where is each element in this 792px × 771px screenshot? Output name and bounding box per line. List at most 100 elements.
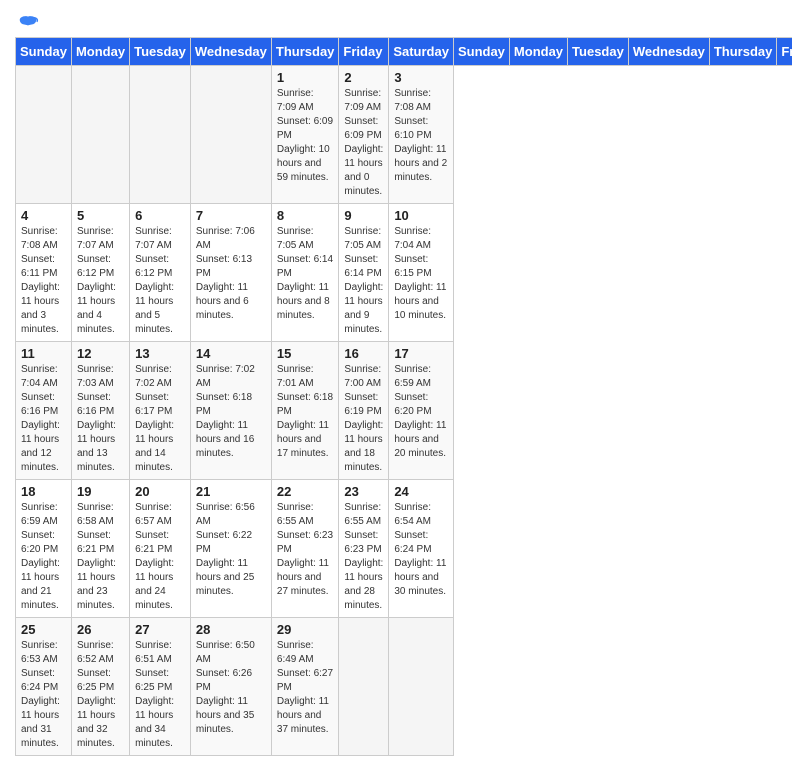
calendar-cell: 2 Sunrise: 7:09 AM Sunset: 6:09 PM Daylig… [339, 66, 389, 204]
calendar-cell: 28 Sunrise: 6:50 AM Sunset: 6:26 PM Dayli… [190, 618, 271, 756]
day-number: 18 [21, 484, 66, 499]
day-header-wednesday: Wednesday [628, 38, 709, 66]
day-info: Sunrise: 7:09 AM Sunset: 6:09 PM Dayligh… [344, 87, 383, 199]
day-header-thursday: Thursday [709, 38, 777, 66]
day-info: Sunrise: 6:53 AM Sunset: 6:24 PM Dayligh… [21, 639, 66, 751]
day-info: Sunrise: 6:56 AM Sunset: 6:22 PM Dayligh… [196, 501, 266, 599]
calendar-cell: 6 Sunrise: 7:07 AM Sunset: 6:12 PM Daylig… [130, 204, 191, 342]
calendar-week-row: 4 Sunrise: 7:08 AM Sunset: 6:11 PM Daylig… [16, 204, 792, 342]
day-number: 9 [344, 208, 383, 223]
day-info: Sunrise: 7:04 AM Sunset: 6:16 PM Dayligh… [21, 363, 66, 475]
day-info: Sunrise: 7:03 AM Sunset: 6:16 PM Dayligh… [77, 363, 124, 475]
calendar-week-row: 11 Sunrise: 7:04 AM Sunset: 6:16 PM Dayli… [16, 342, 792, 480]
day-info: Sunrise: 7:05 AM Sunset: 6:14 PM Dayligh… [344, 225, 383, 337]
calendar-cell: 7 Sunrise: 7:06 AM Sunset: 6:13 PM Daylig… [190, 204, 271, 342]
calendar-cell: 26 Sunrise: 6:52 AM Sunset: 6:25 PM Dayli… [71, 618, 129, 756]
day-info: Sunrise: 7:00 AM Sunset: 6:19 PM Dayligh… [344, 363, 383, 475]
day-header-friday: Friday [339, 38, 389, 66]
calendar-cell [389, 618, 454, 756]
calendar-cell: 13 Sunrise: 7:02 AM Sunset: 6:17 PM Dayli… [130, 342, 191, 480]
calendar-cell: 1 Sunrise: 7:09 AM Sunset: 6:09 PM Daylig… [271, 66, 339, 204]
day-number: 12 [77, 346, 124, 361]
day-info: Sunrise: 6:57 AM Sunset: 6:21 PM Dayligh… [135, 501, 185, 613]
calendar-week-row: 25 Sunrise: 6:53 AM Sunset: 6:24 PM Dayli… [16, 618, 792, 756]
day-number: 21 [196, 484, 266, 499]
day-number: 1 [277, 70, 334, 85]
calendar-cell [16, 66, 72, 204]
day-number: 4 [21, 208, 66, 223]
calendar-cell: 8Sunrise: 7:05 AM Sunset: 6:14 PM Daylig… [271, 204, 339, 342]
day-header-monday: Monday [509, 38, 567, 66]
day-number: 10 [394, 208, 448, 223]
day-info: Sunrise: 7:02 AM Sunset: 6:17 PM Dayligh… [135, 363, 185, 475]
day-number: 19 [77, 484, 124, 499]
day-header-sunday: Sunday [453, 38, 509, 66]
day-number: 7 [196, 208, 266, 223]
day-info: Sunrise: 7:06 AM Sunset: 6:13 PM Dayligh… [196, 225, 266, 323]
calendar-cell: 27 Sunrise: 6:51 AM Sunset: 6:25 PM Dayli… [130, 618, 191, 756]
day-info: Sunrise: 7:07 AM Sunset: 6:12 PM Dayligh… [135, 225, 185, 337]
day-number: 8 [277, 208, 334, 223]
day-number: 25 [21, 622, 66, 637]
day-info: Sunrise: 6:59 AM Sunset: 6:20 PM Dayligh… [21, 501, 66, 613]
day-number: 27 [135, 622, 185, 637]
calendar-cell [339, 618, 389, 756]
day-info: Sunrise: 6:55 AM Sunset: 6:23 PM Dayligh… [344, 501, 383, 613]
calendar-cell: 23 Sunrise: 6:55 AM Sunset: 6:23 PM Dayli… [339, 480, 389, 618]
day-info: Sunrise: 6:54 AM Sunset: 6:24 PM Dayligh… [394, 501, 448, 599]
day-number: 11 [21, 346, 66, 361]
day-number: 2 [344, 70, 383, 85]
day-info: Sunrise: 6:50 AM Sunset: 6:26 PM Dayligh… [196, 639, 266, 737]
calendar-cell: 25 Sunrise: 6:53 AM Sunset: 6:24 PM Dayli… [16, 618, 72, 756]
day-header-sunday: Sunday [16, 38, 72, 66]
day-header-tuesday: Tuesday [568, 38, 629, 66]
day-info: Sunrise: 7:04 AM Sunset: 6:15 PM Dayligh… [394, 225, 448, 323]
calendar-week-row: 18 Sunrise: 6:59 AM Sunset: 6:20 PM Dayli… [16, 480, 792, 618]
day-info: Sunrise: 6:51 AM Sunset: 6:25 PM Dayligh… [135, 639, 185, 751]
calendar-header-row: SundayMondayTuesdayWednesdayThursdayFrid… [16, 38, 792, 66]
day-number: 28 [196, 622, 266, 637]
calendar-cell: 4 Sunrise: 7:08 AM Sunset: 6:11 PM Daylig… [16, 204, 72, 342]
calendar-cell: 5Sunrise: 7:07 AM Sunset: 6:12 PM Daylig… [71, 204, 129, 342]
calendar-cell: 20 Sunrise: 6:57 AM Sunset: 6:21 PM Dayli… [130, 480, 191, 618]
day-info: Sunrise: 7:02 AM Sunset: 6:18 PM Dayligh… [196, 363, 266, 461]
day-number: 17 [394, 346, 448, 361]
calendar-cell: 14 Sunrise: 7:02 AM Sunset: 6:18 PM Dayli… [190, 342, 271, 480]
day-number: 23 [344, 484, 383, 499]
calendar-cell: 12 Sunrise: 7:03 AM Sunset: 6:16 PM Dayli… [71, 342, 129, 480]
calendar-cell: 18 Sunrise: 6:59 AM Sunset: 6:20 PM Dayli… [16, 480, 72, 618]
day-number: 22 [277, 484, 334, 499]
day-info: Sunrise: 6:49 AM Sunset: 6:27 PM Dayligh… [277, 639, 334, 737]
day-header-saturday: Saturday [389, 38, 454, 66]
day-header-wednesday: Wednesday [190, 38, 271, 66]
day-info: Sunrise: 7:08 AM Sunset: 6:11 PM Dayligh… [21, 225, 66, 337]
day-info: Sunrise: 7:09 AM Sunset: 6:09 PM Dayligh… [277, 87, 334, 185]
calendar-cell: 19 Sunrise: 6:58 AM Sunset: 6:21 PM Dayli… [71, 480, 129, 618]
calendar-cell: 29Sunrise: 6:49 AM Sunset: 6:27 PM Dayli… [271, 618, 339, 756]
day-info: Sunrise: 6:58 AM Sunset: 6:21 PM Dayligh… [77, 501, 124, 613]
day-header-friday: Friday [777, 38, 792, 66]
calendar-cell [71, 66, 129, 204]
day-number: 13 [135, 346, 185, 361]
day-number: 6 [135, 208, 185, 223]
calendar-cell: 15Sunrise: 7:01 AM Sunset: 6:18 PM Dayli… [271, 342, 339, 480]
page-header [15, 15, 777, 27]
day-number: 14 [196, 346, 266, 361]
calendar-cell: 3Sunrise: 7:08 AM Sunset: 6:10 PM Daylig… [389, 66, 454, 204]
day-info: Sunrise: 7:08 AM Sunset: 6:10 PM Dayligh… [394, 87, 448, 185]
day-number: 26 [77, 622, 124, 637]
calendar-cell: 24 Sunrise: 6:54 AM Sunset: 6:24 PM Dayli… [389, 480, 454, 618]
day-header-thursday: Thursday [271, 38, 339, 66]
calendar-cell: 17Sunrise: 6:59 AM Sunset: 6:20 PM Dayli… [389, 342, 454, 480]
day-number: 5 [77, 208, 124, 223]
calendar-cell: 22Sunrise: 6:55 AM Sunset: 6:23 PM Dayli… [271, 480, 339, 618]
day-number: 20 [135, 484, 185, 499]
day-info: Sunrise: 6:52 AM Sunset: 6:25 PM Dayligh… [77, 639, 124, 751]
calendar-cell: 16Sunrise: 7:00 AM Sunset: 6:19 PM Dayli… [339, 342, 389, 480]
calendar-table: SundayMondayTuesdayWednesdayThursdayFrid… [15, 37, 792, 756]
calendar-cell: 10 Sunrise: 7:04 AM Sunset: 6:15 PM Dayli… [389, 204, 454, 342]
logo-bird-icon [17, 15, 39, 33]
day-number: 24 [394, 484, 448, 499]
day-info: Sunrise: 7:01 AM Sunset: 6:18 PM Dayligh… [277, 363, 334, 461]
calendar-cell [190, 66, 271, 204]
